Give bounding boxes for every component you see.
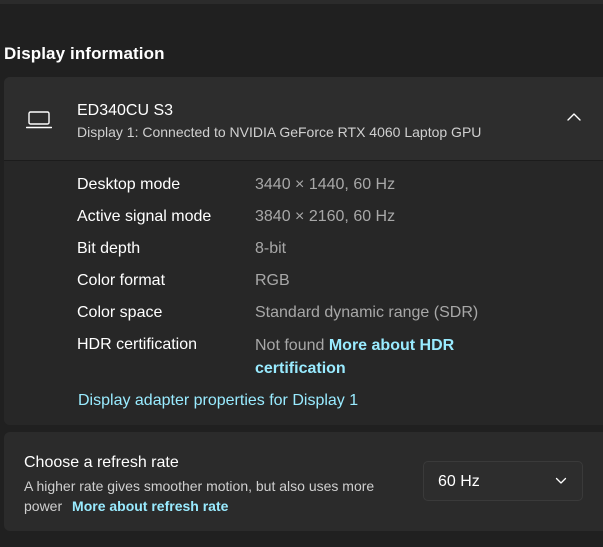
refresh-rate-selected-value: 60 Hz [438,473,480,490]
info-label: Active signal mode [77,208,212,225]
chevron-up-icon[interactable] [566,111,582,123]
refresh-rate-description: A higher rate gives smoother motion, but… [24,476,384,516]
info-label: Color format [77,272,166,289]
info-value: Standard dynamic range (SDR) [255,304,479,321]
refresh-rate-card: Choose a refresh rate A higher rate give… [4,432,603,531]
display-adapter-properties-link[interactable]: Display adapter properties for Display 1 [78,392,358,410]
refresh-rate-dropdown[interactable]: 60 Hz [423,461,583,501]
info-value: RGB [255,272,290,289]
laptop-icon [26,111,52,129]
info-value: 3440 × 1440, 60 Hz [255,176,396,193]
monitor-description: Display 1: Connected to NVIDIA GeForce R… [77,124,482,140]
info-value: 8-bit [255,240,287,257]
display-info-card: ED340CU S3 Display 1: Connected to NVIDI… [4,77,603,425]
hdr-value: Not found [255,337,325,354]
info-value: 3840 × 2160, 60 Hz [255,208,396,225]
info-label: Desktop mode [77,176,181,193]
monitor-name: ED340CU S3 [77,102,174,119]
chevron-down-icon [555,477,567,484]
info-label: HDR certification [77,336,198,353]
display-info-header[interactable]: ED340CU S3 Display 1: Connected to NVIDI… [4,77,603,161]
display-info-details: Desktop mode 3440 × 1440, 60 Hz Active s… [4,161,603,425]
top-scroll-edge [0,0,603,4]
info-label: Color space [77,304,163,321]
refresh-rate-title: Choose a refresh rate [24,454,179,471]
section-title: Display information [4,44,165,63]
refresh-rate-learn-more-link[interactable]: More about refresh rate [72,498,228,514]
info-label: Bit depth [77,240,141,257]
hdr-value-block: Not found More about HDR certification [255,334,515,380]
